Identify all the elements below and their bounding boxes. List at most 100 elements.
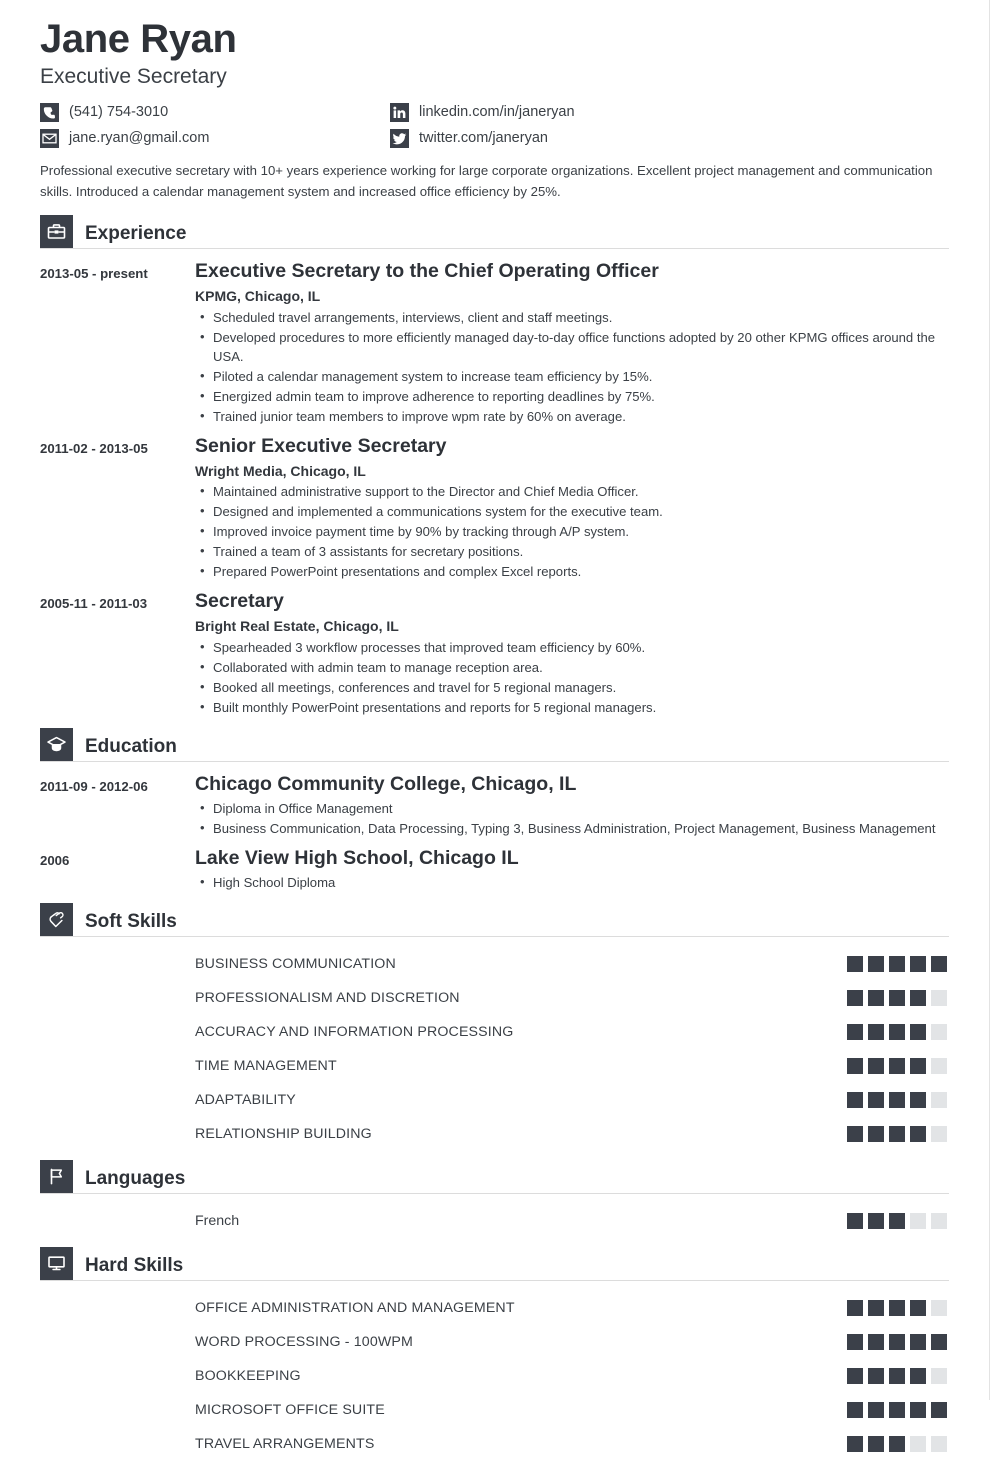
bullet-item: Energized admin team to improve adherenc…: [200, 387, 949, 407]
heart-hand-icon: [40, 903, 73, 937]
bullet-item: Designed and implemented a communication…: [200, 502, 949, 522]
contact-column-right: linkedin.com/in/janeryan twitter.com/jan…: [390, 99, 810, 151]
entry-body: Chicago Community College, Chicago, IL D…: [195, 772, 949, 840]
contact-linkedin-text: linkedin.com/in/janeryan: [419, 103, 575, 120]
email-icon: [40, 128, 59, 148]
entry-dates: 2006: [40, 852, 70, 868]
contact-column-left: (541) 754-3010 jane.ryan@gmail.com: [40, 99, 390, 151]
rating-square-filled: [847, 1368, 863, 1385]
skill-label: OFFICE ADMINISTRATION AND MANAGEMENT: [195, 1300, 515, 1317]
skill-label: MICROSOFT OFFICE SUITE: [195, 1402, 385, 1419]
entry-bullets: Scheduled travel arrangements, interview…: [195, 308, 949, 427]
section-title-soft-skills: Soft Skills: [85, 911, 177, 933]
education-entry: 2011-09 - 2012-06 Chicago Community Coll…: [40, 772, 949, 840]
rating-square-empty: [931, 1213, 947, 1230]
skill-row: TRAVEL ARRANGEMENTS: [40, 1427, 949, 1461]
entry-organization: Bright Real Estate, Chicago, IL: [195, 618, 399, 635]
candidate-name: Jane Ryan: [40, 17, 237, 61]
education-entry: 2006 Lake View High School, Chicago IL H…: [40, 846, 949, 894]
bullet-item: Built monthly PowerPoint presentations a…: [200, 698, 949, 718]
rating-square-filled: [910, 1368, 926, 1385]
skill-row: ADAPTABILITY: [40, 1083, 949, 1117]
language-row: French: [40, 1204, 949, 1238]
contact-phone-text: (541) 754-3010: [69, 103, 169, 120]
entry-body: Senior Executive Secretary Wright Media,…: [195, 434, 949, 583]
entry-bullets: Diploma in Office Management Business Co…: [195, 799, 949, 839]
language-rating: [847, 1213, 947, 1230]
contact-twitter-text: twitter.com/janeryan: [419, 129, 548, 146]
rating-square-filled: [931, 956, 947, 973]
rating-square-filled: [868, 1092, 884, 1109]
skill-rating: [847, 1024, 947, 1041]
contact-email[interactable]: jane.ryan@gmail.com: [40, 125, 390, 151]
contact-twitter[interactable]: twitter.com/janeryan: [390, 125, 810, 151]
skill-label: BUSINESS COMMUNICATION: [195, 956, 396, 973]
section-divider: [40, 248, 949, 250]
skill-rating: [847, 1436, 947, 1453]
rating-square-filled: [868, 1058, 884, 1075]
experience-entry: 2011-02 - 2013-05 Senior Executive Secre…: [40, 434, 949, 583]
rating-square-filled: [847, 990, 863, 1007]
rating-square-filled: [868, 1334, 884, 1351]
entry-bullets: High School Diploma: [195, 873, 949, 893]
rating-square-filled: [868, 1024, 884, 1041]
skill-rating: [847, 990, 947, 1007]
rating-square-filled: [889, 1368, 905, 1385]
entry-dates: 2011-02 - 2013-05: [40, 440, 148, 456]
monitor-icon: [40, 1247, 73, 1281]
skill-label: TIME MANAGEMENT: [195, 1058, 337, 1075]
rating-square-filled: [868, 1300, 884, 1317]
rating-square-empty: [931, 1024, 947, 1041]
section-languages: Languages French: [40, 1157, 949, 1238]
entry-school: Chicago Community College, Chicago, IL: [195, 772, 577, 795]
rating-square-filled: [931, 1334, 947, 1351]
skill-row: MICROSOFT OFFICE SUITE: [40, 1393, 949, 1427]
rating-square-filled: [910, 1024, 926, 1041]
rating-square-filled: [931, 1402, 947, 1419]
bullet-item: Developed procedures to more efficiently…: [200, 328, 949, 367]
language-label: French: [195, 1213, 240, 1230]
bullet-item: Diploma in Office Management: [200, 799, 949, 819]
skill-label: BOOKKEEPING: [195, 1368, 301, 1385]
rating-square-empty: [931, 990, 947, 1007]
entry-role: Senior Executive Secretary: [195, 434, 447, 457]
skill-row: BOOKKEEPING: [40, 1359, 949, 1393]
section-header-soft-skills: Soft Skills: [40, 900, 949, 937]
rating-square-filled: [868, 956, 884, 973]
section-header-languages: Languages: [40, 1157, 949, 1194]
linkedin-icon: [390, 102, 409, 122]
rating-square-filled: [910, 1334, 926, 1351]
resume-header: Jane Ryan Executive Secretary (541) 754-…: [40, 18, 949, 202]
rating-square-filled: [847, 1436, 863, 1453]
rating-square-filled: [847, 1058, 863, 1075]
entry-role: Executive Secretary to the Chief Operati…: [195, 260, 659, 283]
rating-square-filled: [889, 1436, 905, 1453]
contact-phone[interactable]: (541) 754-3010: [40, 99, 390, 125]
rating-square-empty: [931, 1436, 947, 1453]
rating-square-filled: [868, 990, 884, 1007]
rating-square-filled: [889, 1058, 905, 1075]
candidate-job-title: Executive Secretary: [40, 65, 227, 88]
contact-linkedin[interactable]: linkedin.com/in/janeryan: [390, 99, 810, 125]
rating-square-filled: [847, 1024, 863, 1041]
entry-school: Lake View High School, Chicago IL: [195, 846, 519, 869]
rating-square-filled: [889, 1126, 905, 1143]
skill-row: ACCURACY AND INFORMATION PROCESSING: [40, 1015, 949, 1049]
rating-square-filled: [868, 1368, 884, 1385]
section-soft-skills: Soft Skills BUSINESS COMMUNICATION PROFE…: [40, 900, 949, 1151]
entry-bullets: Spearheaded 3 workflow processes that im…: [195, 638, 949, 718]
skill-row: BUSINESS COMMUNICATION: [40, 947, 949, 981]
skill-label: PROFESSIONALISM AND DISCRETION: [195, 990, 460, 1007]
rating-square-filled: [847, 1092, 863, 1109]
rating-square-filled: [889, 1213, 905, 1230]
skill-rating: [847, 1334, 947, 1351]
skill-label: TRAVEL ARRANGEMENTS: [195, 1436, 375, 1453]
skill-rating: [847, 956, 947, 973]
rating-square-filled: [910, 1402, 926, 1419]
skill-row: PROFESSIONALISM AND DISCRETION: [40, 981, 949, 1015]
graduation-cap-icon: [40, 727, 73, 761]
skill-label: WORD PROCESSING - 100WPM: [195, 1334, 414, 1351]
skill-label: ACCURACY AND INFORMATION PROCESSING: [195, 1024, 514, 1041]
entry-role: Secretary: [195, 590, 284, 613]
entry-organization: Wright Media, Chicago, IL: [195, 462, 366, 479]
